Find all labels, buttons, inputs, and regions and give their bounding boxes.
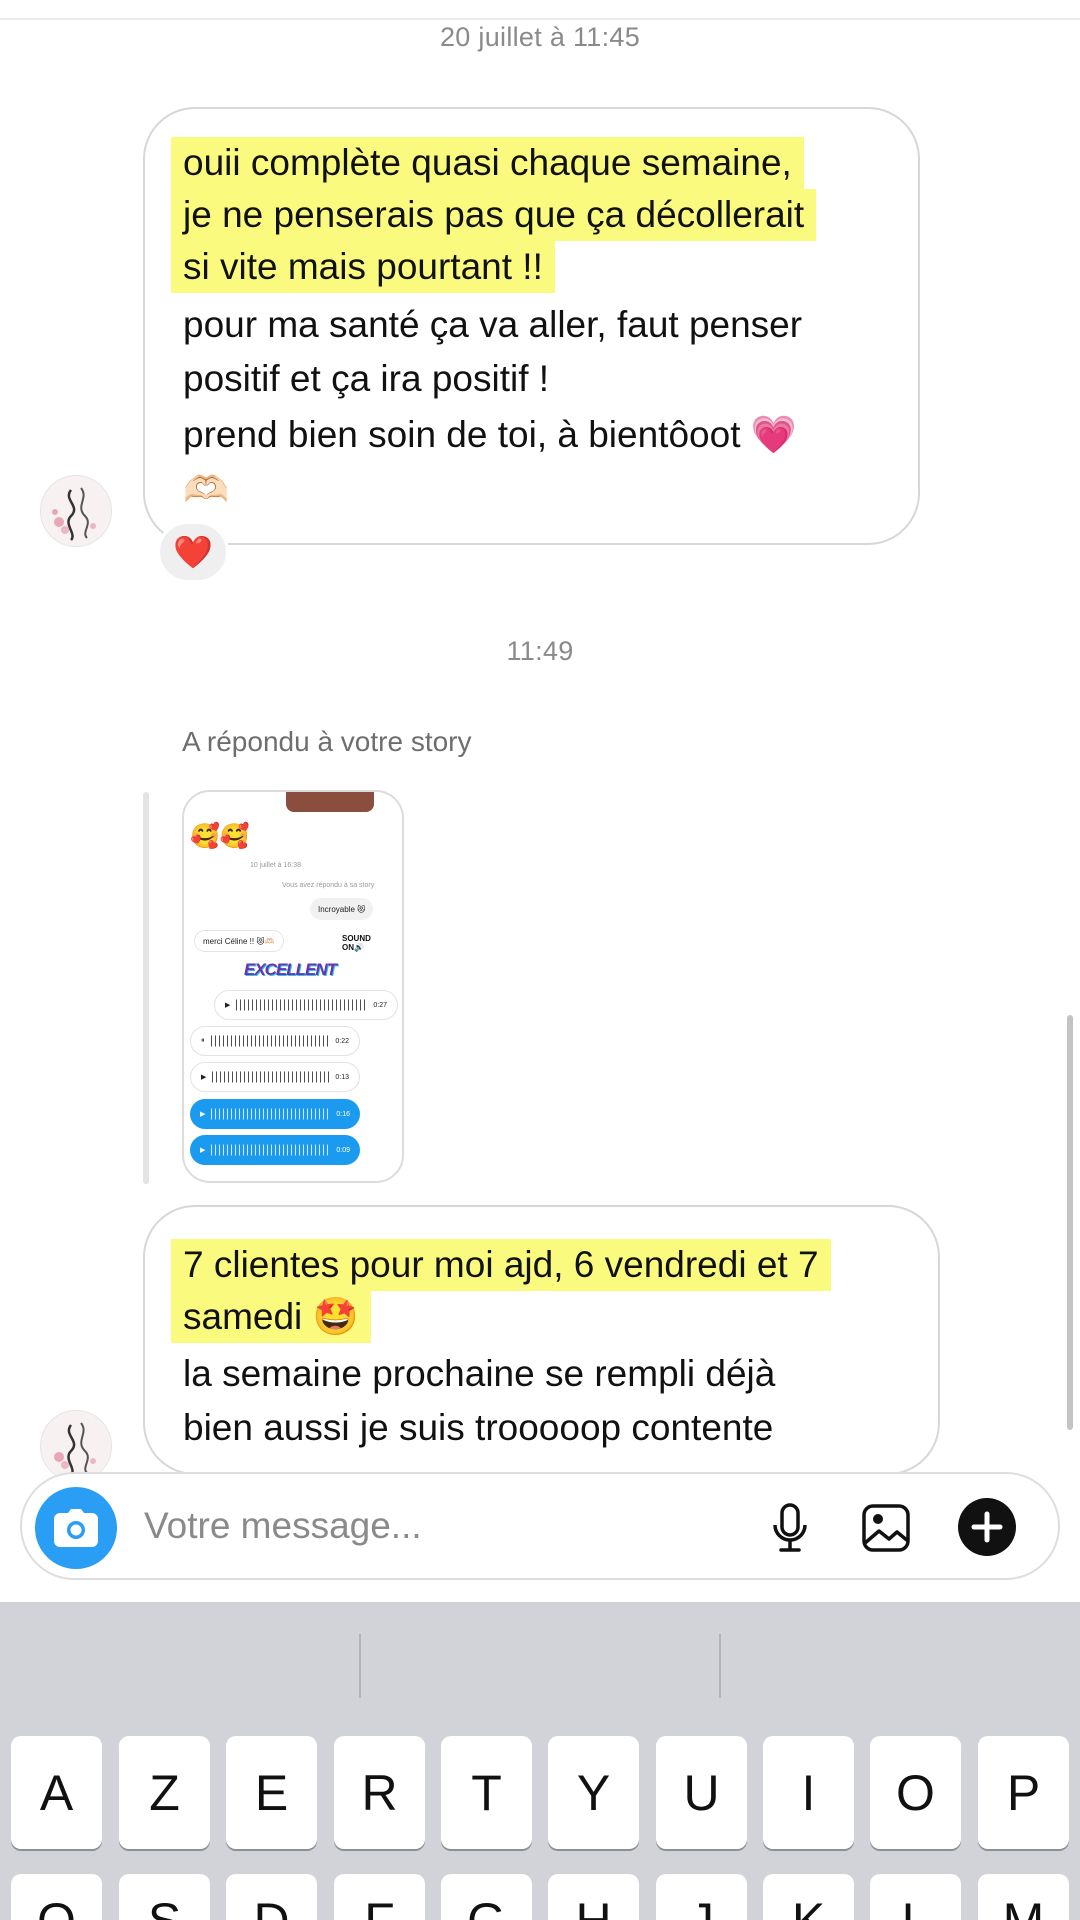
key-d[interactable]: D	[226, 1874, 317, 1920]
plus-icon	[958, 1498, 1016, 1556]
message-line: bien aussi je suis trooooop contente	[183, 1407, 774, 1448]
story-emojis: 🥰🥰	[190, 823, 250, 850]
key-a[interactable]: A	[11, 1736, 102, 1849]
story-date: 10 juillet à 16:38	[250, 862, 301, 869]
key-o[interactable]: O	[870, 1736, 961, 1849]
key-m[interactable]: M	[978, 1874, 1069, 1920]
play-icon: ▶	[200, 1111, 206, 1118]
key-y[interactable]: Y	[548, 1736, 639, 1849]
key-u[interactable]: U	[656, 1736, 747, 1849]
header-divider	[0, 18, 1080, 20]
reply-indicator-bar	[143, 792, 149, 1184]
message-line: ouii complète quasi chaque semaine,	[171, 137, 804, 189]
voice-note: ▶ 0:13	[190, 1062, 360, 1092]
waveform	[211, 1141, 331, 1159]
voice-duration: 0:16	[336, 1110, 350, 1118]
key-g[interactable]: G	[441, 1874, 532, 1920]
waveform	[211, 1105, 331, 1123]
play-icon: ▶	[201, 1074, 207, 1081]
excellent-sticker: EXCELLENT	[244, 960, 337, 979]
key-t[interactable]: T	[441, 1736, 532, 1849]
voice-note: ▶ 0:16	[190, 1099, 360, 1129]
key-i[interactable]: I	[763, 1736, 854, 1849]
voice-note: ▶ 0:09	[190, 1135, 360, 1165]
message-line: 🫶🏻	[183, 469, 230, 510]
camera-button[interactable]	[35, 1487, 117, 1569]
story-bubble-left: merci Céline !! 😻🫶🏻	[194, 930, 284, 952]
suggestion-divider	[719, 1634, 721, 1698]
key-q[interactable]: Q	[11, 1874, 102, 1920]
message-line: prend bien soin de toi, à bientôoot 💗	[183, 414, 797, 455]
key-s[interactable]: S	[119, 1874, 210, 1920]
pause-icon: ⏸	[201, 1037, 205, 1044]
play-icon: ▶	[225, 1002, 231, 1009]
message-line: positif et ça ira positif !	[183, 358, 550, 399]
key-j[interactable]: J	[656, 1874, 747, 1920]
message-composer	[20, 1472, 1060, 1580]
key-l[interactable]: L	[870, 1874, 961, 1920]
waveform	[212, 1068, 330, 1086]
microphone-button[interactable]	[762, 1500, 818, 1556]
voice-note: ⏸ 0:22	[190, 1026, 360, 1056]
key-k[interactable]: K	[763, 1874, 854, 1920]
waveform	[236, 996, 368, 1014]
story-bubble-right: Incroyable 😻	[310, 898, 374, 920]
story-reply-label: A répondu à votre story	[182, 726, 472, 757]
gallery-button[interactable]	[858, 1500, 914, 1556]
message-line: 7 clientes pour moi ajd, 6 vendredi et 7	[171, 1239, 831, 1291]
key-r[interactable]: R	[334, 1736, 425, 1849]
key-f[interactable]: F	[334, 1874, 425, 1920]
message-line: pour ma santé ça va aller, faut penser	[183, 304, 803, 345]
voice-note: ▶ 0:27	[214, 990, 398, 1020]
story-replied-note: Vous avez répondu à sa story	[282, 882, 375, 889]
message-bubble[interactable]: ouii complète quasi chaque semaine, je n…	[143, 107, 920, 545]
message-line: si vite mais pourtant !!	[171, 241, 555, 293]
avatar-image-icon	[41, 476, 111, 546]
suggestion-divider	[359, 1634, 361, 1698]
story-media-thumbnail	[286, 792, 374, 812]
voice-duration: 0:22	[335, 1037, 349, 1045]
message-line: la semaine prochaine se rempli déjà	[183, 1353, 776, 1394]
reaction-badge[interactable]: ❤️	[157, 521, 229, 583]
message-input[interactable]	[144, 1496, 744, 1556]
key-e[interactable]: E	[226, 1736, 317, 1849]
message-line: je ne penserais pas que ça décollerait	[171, 189, 817, 241]
avatar[interactable]	[40, 475, 112, 547]
voice-duration: 0:13	[335, 1073, 349, 1081]
play-icon: ▶	[200, 1147, 206, 1154]
message-line: samedi 🤩	[171, 1291, 371, 1343]
add-button[interactable]	[956, 1496, 1018, 1558]
key-z[interactable]: Z	[119, 1736, 210, 1849]
waveform	[210, 1032, 330, 1050]
heart-icon: ❤️	[173, 534, 213, 570]
message-bubble[interactable]: 7 clientes pour moi ajd, 6 vendredi et 7…	[143, 1205, 940, 1475]
voice-duration: 0:09	[336, 1146, 350, 1154]
key-p[interactable]: P	[978, 1736, 1069, 1849]
sound-on-badge: SOUND ON🔊	[342, 934, 371, 952]
key-h[interactable]: H	[548, 1874, 639, 1920]
timestamp: 11:49	[506, 636, 574, 666]
voice-duration: 0:27	[373, 1001, 387, 1009]
scrollbar[interactable]	[1067, 1015, 1073, 1430]
microphone-icon	[773, 1503, 807, 1552]
story-preview[interactable]: 🥰🥰 10 juillet à 16:38 Vous avez répondu …	[182, 790, 404, 1183]
timestamp: 20 juillet à 11:45	[439, 22, 641, 52]
camera-icon	[54, 1509, 98, 1547]
image-icon	[862, 1504, 910, 1552]
